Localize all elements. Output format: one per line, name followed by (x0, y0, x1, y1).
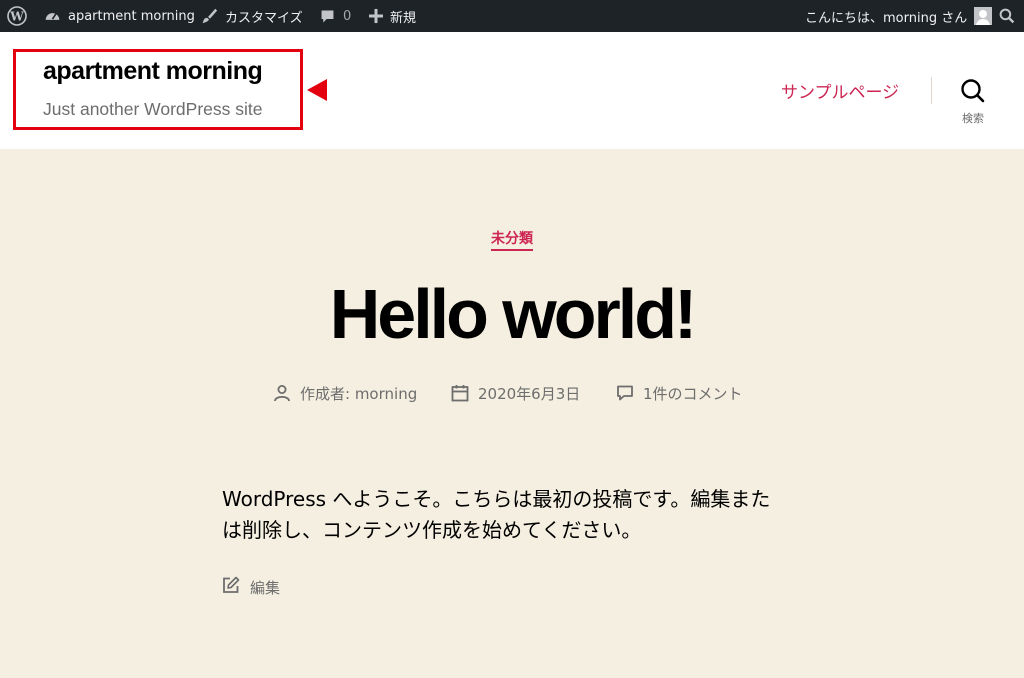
site-title-link[interactable]: apartment morning (43, 57, 263, 86)
new-label: 新規 (390, 10, 417, 26)
search-icon (999, 8, 1015, 24)
comments-link[interactable]: 1件のコメント (643, 383, 743, 404)
content-paragraph-line-2: は削除し、コンテンツ作成を始めてください。 (222, 518, 642, 542)
admin-bar: W apartment morning カスタマイズ 0 新規 こんにちは、mo… (0, 0, 1024, 32)
wordpress-logo-icon: W (7, 6, 27, 26)
avatar (974, 7, 993, 25)
entry-categories: 未分類 (0, 228, 1024, 251)
post-comment-link: 1件のコメント (616, 383, 743, 403)
comment-icon (616, 384, 634, 402)
nav-divider (931, 77, 932, 104)
site-name-label: apartment morning (68, 8, 195, 24)
post-date: 2020年6月3日 (451, 383, 580, 403)
calendar-icon (451, 384, 469, 402)
search-toggle-button[interactable]: 検索 (950, 78, 996, 128)
site-name-menu[interactable]: apartment morning (44, 0, 195, 32)
site-branding-highlight: apartment morning Just another WordPress… (13, 49, 303, 130)
date-link[interactable]: 2020年6月3日 (478, 383, 580, 404)
svg-text:W: W (9, 10, 24, 24)
annotation-arrow-icon (307, 79, 327, 101)
content-paragraph-line-1: WordPress へようこそ。こちらは最初の投稿です。編集また (222, 487, 771, 511)
site-description: Just another WordPress site (43, 99, 263, 119)
edit-pencil-icon (222, 576, 240, 598)
new-content-menu[interactable]: 新規 (369, 0, 416, 32)
customize-label: カスタマイズ (225, 10, 303, 26)
edit-post-link[interactable]: 編集 (222, 576, 281, 598)
customize-menu[interactable]: カスタマイズ (200, 0, 303, 32)
category-link[interactable]: 未分類 (491, 231, 533, 251)
nav-item-sample-page[interactable]: サンプルページ (781, 78, 899, 103)
user-icon (273, 384, 291, 402)
admin-search-button[interactable] (999, 0, 1015, 32)
entry-content: WordPress へようこそ。こちらは最初の投稿です。編集また は削除し、コン… (222, 484, 807, 546)
my-account-menu[interactable]: こんにちは、morning さん (805, 0, 993, 32)
comment-bubble-icon (319, 8, 336, 25)
wp-logo-menu[interactable]: W (7, 0, 27, 32)
paintbrush-icon (200, 7, 218, 25)
dashboard-gauge-icon (44, 8, 61, 25)
site-header: apartment morning Just another WordPress… (0, 32, 1024, 149)
author-link[interactable]: 作成者: morning (300, 383, 417, 404)
edit-label: 編集 (250, 578, 281, 597)
post-author: 作成者: morning (273, 383, 417, 403)
comments-menu[interactable]: 0 (319, 0, 351, 32)
comments-count: 0 (343, 8, 352, 24)
greeting-label: こんにちは、morning さん (805, 10, 968, 26)
entry-title: Hello world! (329, 275, 698, 353)
plus-icon (369, 9, 383, 23)
search-label: 検索 (962, 112, 984, 125)
